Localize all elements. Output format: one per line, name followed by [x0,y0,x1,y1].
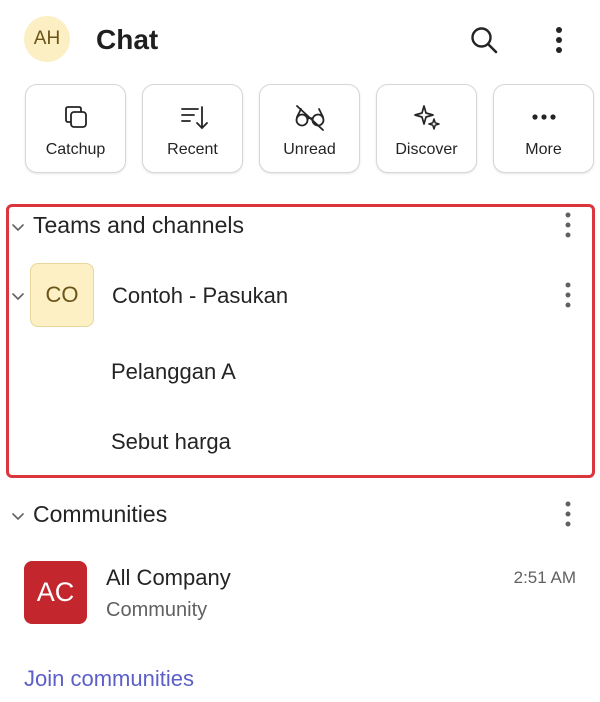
more-button[interactable]: More [493,84,594,173]
more-vertical-icon[interactable] [558,280,578,310]
discover-button[interactable]: Discover [376,84,477,173]
more-vertical-icon[interactable] [558,499,578,529]
user-avatar[interactable]: AH [24,16,70,62]
chevron-down-icon[interactable] [10,219,26,235]
team-name: Contoh - Pasukan [112,283,289,308]
catchup-button[interactable]: Catchup [25,84,126,173]
communities-section-title: Communities [33,501,168,527]
teams-section-title: Teams and channels [33,212,244,238]
teams-section-header[interactable]: Teams and channels [0,206,600,246]
recent-label: Recent [167,141,218,158]
app-header: AH Chat [0,0,600,84]
community-name: All Company [106,565,231,590]
community-avatar: AC [24,561,87,624]
unread-button[interactable]: Unread [259,84,360,173]
more-label: More [525,141,562,158]
unread-label: Unread [283,141,336,158]
unread-glasses-icon [294,101,326,133]
communities-section-header[interactable]: Communities [0,495,600,535]
chevron-down-icon[interactable] [10,508,26,524]
more-vertical-icon[interactable] [558,210,578,240]
catchup-icon [60,101,92,133]
recent-sort-icon [177,101,209,133]
search-icon[interactable] [466,22,502,58]
catchup-label: Catchup [45,141,106,158]
more-vertical-icon[interactable] [541,22,577,58]
chevron-down-icon[interactable] [10,288,26,304]
sparkle-icon [411,101,443,133]
channel-item[interactable]: Sebut harga [111,429,231,455]
more-horizontal-icon [528,101,560,133]
team-avatar: CO [30,263,94,327]
discover-label: Discover [395,141,458,158]
filter-chips: Catchup Recent Unread Discover More [25,84,595,173]
community-timestamp: 2:51 AM [513,568,576,587]
join-communities-link[interactable]: Join communities [24,666,194,692]
community-subtitle: Community [106,599,208,621]
recent-button[interactable]: Recent [142,84,243,173]
page-title: Chat [96,24,159,55]
channel-item[interactable]: Pelanggan A [111,359,236,385]
